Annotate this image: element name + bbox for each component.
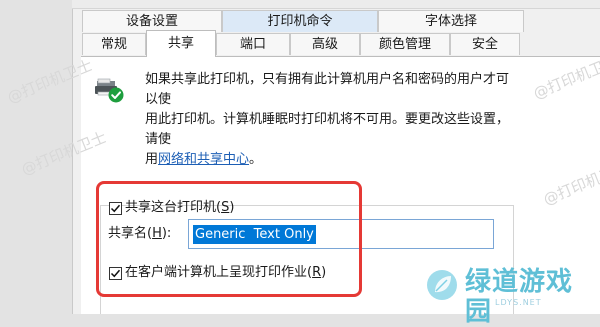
share-printer-checkbox[interactable] xyxy=(109,202,122,215)
share-printer-label[interactable]: 共享这台打印机(S) xyxy=(125,200,234,216)
share-printer-label-text: 共享这台打印机( xyxy=(125,200,222,215)
tab-security[interactable]: 安全 xyxy=(450,33,520,55)
tab-ports[interactable]: 端口 xyxy=(216,33,290,55)
render-jobs-label[interactable]: 在客户端计算机上呈现打印作业(R) xyxy=(125,265,326,281)
share-name-input[interactable]: Generic Text Only xyxy=(188,219,494,249)
render-jobs-checkbox[interactable] xyxy=(109,267,122,280)
brand-url: LDYS.NET xyxy=(495,298,542,307)
tab-sharing[interactable]: 共享 xyxy=(146,30,216,57)
share-name-value: Generic Text Only xyxy=(193,225,316,244)
share-name-accel: H xyxy=(152,226,162,241)
render-jobs-label-text: 在客户端计算机上呈现打印作业( xyxy=(125,265,313,280)
share-name-label-end: ): xyxy=(161,226,172,241)
description-line-2: 用此打印机。计算机睡眠时打印机将不可用。要更改这些设置，请使 xyxy=(145,112,510,147)
share-printer-label-end: ) xyxy=(229,200,235,215)
dialog-top-edge xyxy=(72,0,600,9)
share-name-label: 共享名(H): xyxy=(108,226,171,242)
brand-name: 绿道游戏园 xyxy=(465,267,574,327)
render-jobs-label-end: ) xyxy=(321,265,327,280)
checkmark-icon xyxy=(110,204,121,213)
tab-printer-commands[interactable]: 打印机命令 xyxy=(222,10,378,32)
tab-advanced[interactable]: 高级 xyxy=(290,33,360,55)
tab-font-selection[interactable]: 字体选择 xyxy=(378,10,524,32)
tab-general[interactable]: 常规 xyxy=(82,33,146,55)
tab-color-management[interactable]: 颜色管理 xyxy=(360,33,450,55)
description-line-1: 如果共享此打印机，只有拥有此计算机用户名和密码的用户才可以使 xyxy=(145,72,510,107)
description-suffix: 。 xyxy=(249,152,263,167)
printer-shared-icon xyxy=(95,75,125,105)
description-prefix: 用 xyxy=(145,152,159,167)
share-name-label-text: 共享名( xyxy=(108,226,153,241)
tab-device-settings[interactable]: 设备设置 xyxy=(82,10,222,32)
description-line-3: 用网络和共享中心。 xyxy=(145,150,515,170)
sharing-description: 如果共享此打印机，只有拥有此计算机用户名和密码的用户才可以使 用此打印机。计算机… xyxy=(145,70,515,170)
render-jobs-accel: R xyxy=(312,265,322,280)
brand-logo-icon xyxy=(425,268,459,302)
network-sharing-center-link[interactable]: 网络和共享中心 xyxy=(158,152,249,167)
checkmark-icon xyxy=(110,269,121,278)
brand-watermark: 绿道游戏园 LDYS.NET xyxy=(425,267,575,327)
